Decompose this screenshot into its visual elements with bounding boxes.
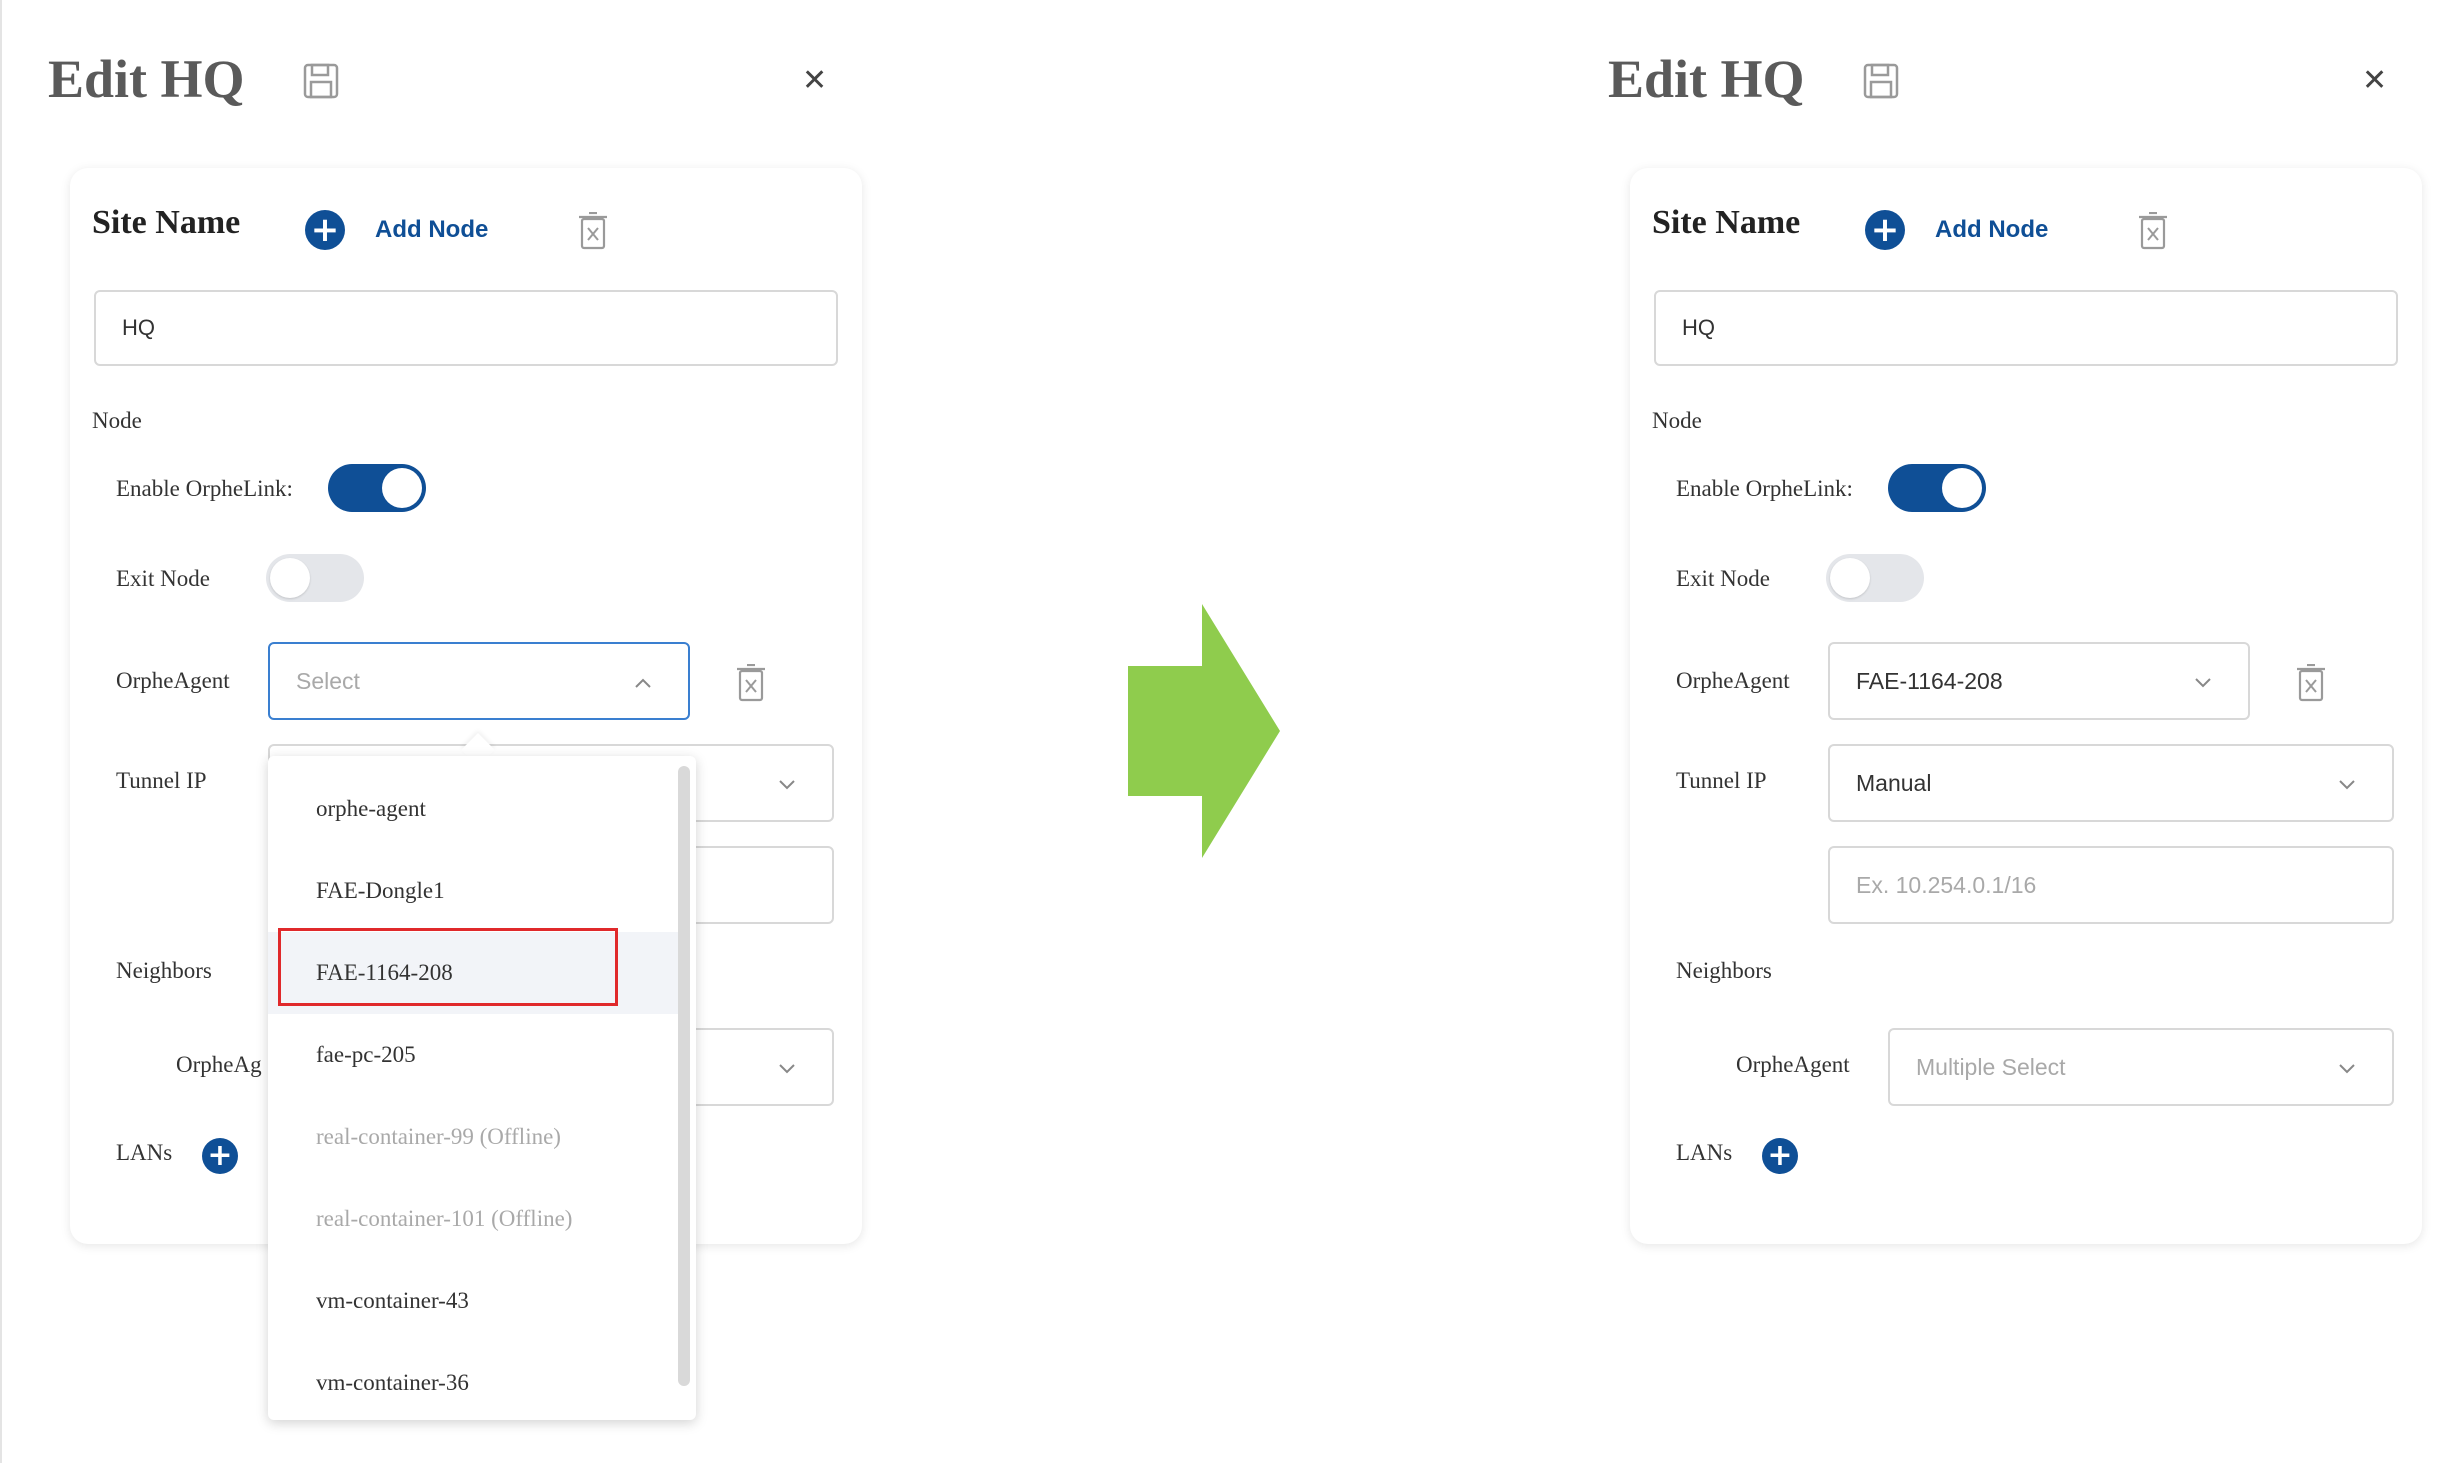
save-icon[interactable] [302,62,340,100]
tunnel-ip-mode: Manual [1856,770,1932,796]
save-icon[interactable] [1862,62,1900,100]
dropdown-option[interactable]: orphe-agent [268,768,678,850]
page-title: Edit HQ [1608,49,1805,109]
dropdown-scrollbar[interactable] [678,766,690,1386]
tunnel-ip-label: Tunnel IP [116,768,207,793]
edit-hq-panel-before: Edit HQ ✕ Site Name + Add Node HQ Node E… [0,0,900,1463]
chevron-down-icon [2339,780,2355,790]
close-icon[interactable]: ✕ [2362,66,2387,96]
chevron-up-icon [635,678,651,688]
exit-node-label: Exit Node [116,566,210,591]
exit-node-label: Exit Node [1676,566,1770,591]
trash-icon[interactable] [2138,212,2168,250]
orpheagent-trash-icon[interactable] [2296,664,2326,702]
tunnel-ip-select[interactable]: Manual [1828,744,2394,822]
chevron-down-icon [2195,678,2211,688]
exit-node-toggle[interactable] [266,554,364,602]
plus-icon: + [1865,210,1905,250]
lans-label: LANs [116,1140,173,1165]
orpheagent-select[interactable]: FAE-1164-208 [1828,642,2250,720]
dropdown-option[interactable]: vm-container-43 [268,1260,678,1342]
site-name-input[interactable]: HQ [1654,290,2398,366]
neighbors-select[interactable]: Multiple Select [1888,1028,2394,1106]
orpheagent-select[interactable]: Select [268,642,690,720]
enable-orphelink-label: Enable OrpheLink: [116,476,293,501]
chevron-down-icon [779,780,795,790]
selection-highlight-box [278,928,618,1006]
site-name-input[interactable]: HQ [94,290,838,366]
dropdown-option[interactable]: vm-container-36 [268,1342,678,1420]
add-node-button[interactable]: + Add Node [1865,210,2048,250]
orpheagent-trash-icon[interactable] [736,664,766,702]
neighbors-placeholder: Multiple Select [1916,1054,2066,1080]
add-node-button[interactable]: + Add Node [305,210,488,250]
site-name-label: Site Name [92,204,241,241]
site-card: Site Name + Add Node HQ Node Enable Orph… [1630,168,2422,1244]
orpheagent-label: OrpheAgent [116,668,230,693]
neighbors-orpheagent-label: OrpheAgent [1736,1052,1850,1077]
dropdown-option[interactable]: FAE-Dongle1 [268,850,678,932]
tunnel-ip-placeholder: Ex. 10.254.0.1/16 [1856,872,2037,898]
neighbors-label: Neighbors [1676,958,1772,983]
tunnel-ip-input[interactable]: Ex. 10.254.0.1/16 [1828,846,2394,924]
neighbors-orpheagent-label: OrpheAg [176,1052,262,1077]
exit-node-toggle[interactable] [1826,554,1924,602]
trash-icon[interactable] [578,212,608,250]
chevron-down-icon [2339,1064,2355,1074]
add-lan-icon[interactable]: + [1762,1138,1798,1174]
dropdown-option[interactable]: fae-pc-205 [268,1014,678,1096]
lans-label: LANs [1676,1140,1733,1165]
orpheagent-label: OrpheAgent [1676,668,1790,693]
page-title: Edit HQ [48,49,245,109]
plus-icon: + [305,210,345,250]
arrow-right-icon [1128,604,1280,858]
tunnel-ip-label: Tunnel IP [1676,768,1767,793]
neighbors-label: Neighbors [116,958,212,983]
add-lan-icon[interactable]: + [202,1138,238,1174]
enable-orphelink-toggle[interactable] [1888,464,1986,512]
dropdown-option-offline[interactable]: real-container-101 (Offline) [268,1178,678,1260]
orpheagent-placeholder: Select [296,668,360,694]
node-section-label: Node [92,408,142,433]
add-node-label: Add Node [375,216,489,243]
close-icon[interactable]: ✕ [802,66,827,96]
add-node-label: Add Node [1935,216,2049,243]
site-name-label: Site Name [1652,204,1801,241]
node-section-label: Node [1652,408,1702,433]
orpheagent-value: FAE-1164-208 [1856,668,2003,694]
chevron-down-icon [779,1064,795,1074]
enable-orphelink-toggle[interactable] [328,464,426,512]
dropdown-option-offline[interactable]: real-container-99 (Offline) [268,1096,678,1178]
orpheagent-dropdown: orphe-agent FAE-Dongle1 FAE-1164-208 fae… [268,756,696,1420]
edit-hq-panel-after: Edit HQ ✕ Site Name + Add Node HQ Node E… [1560,0,2444,1463]
enable-orphelink-label: Enable OrpheLink: [1676,476,1853,501]
